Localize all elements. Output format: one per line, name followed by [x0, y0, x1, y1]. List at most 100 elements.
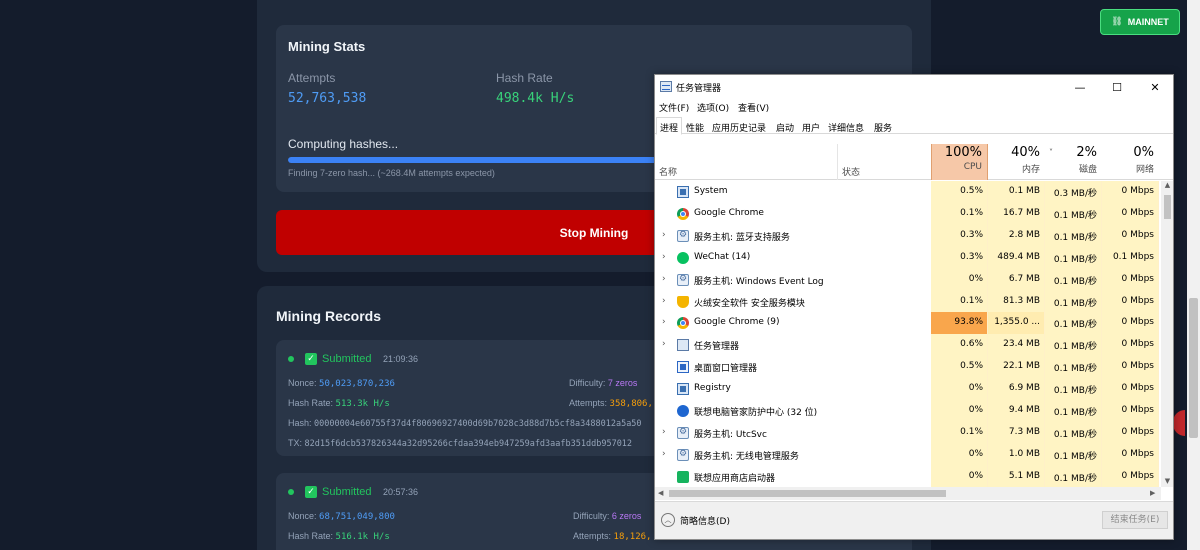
hash-rate-label: Hash Rate	[496, 71, 553, 85]
process-disk: 0.1 MB/秒	[1045, 312, 1102, 335]
expand-chevron-icon[interactable]: ›	[662, 296, 666, 306]
system-icon	[677, 186, 689, 198]
process-cpu: 0.3%	[931, 246, 988, 269]
attempts-label: Attempts:	[569, 398, 608, 408]
scroll-down-icon[interactable]: ▼	[1161, 477, 1173, 485]
process-row[interactable]: 联想应用商店启动器 0% 5.1 MB 0.1 MB/秒 0 Mbps	[655, 465, 1160, 487]
expand-chevron-icon[interactable]: ›	[662, 274, 666, 284]
process-row[interactable]: Google Chrome 0.1% 16.7 MB 0.1 MB/秒 0 Mbps	[655, 202, 1160, 225]
fewer-details-button[interactable]: 简略信息(D)	[680, 514, 730, 527]
column-name[interactable]: 名称	[659, 165, 677, 178]
process-list-vscrollbar[interactable]: ▲ ▼	[1161, 181, 1173, 487]
tx-value[interactable]: 82d15f6dcb537826344a32d95266cfdaa394eb94…	[305, 439, 633, 449]
vscroll-thumb[interactable]	[1164, 195, 1171, 219]
gear-icon	[677, 426, 689, 439]
tab-startup[interactable]: 启动	[772, 117, 798, 134]
process-list-hscrollbar[interactable]: ◀ ▶	[655, 487, 1161, 500]
chrome-icon	[677, 317, 689, 330]
attempts-value: 18,126,	[613, 532, 652, 542]
process-disk: 0.1 MB/秒	[1045, 334, 1102, 357]
menu-file[interactable]: 文件(F)	[659, 101, 689, 114]
check-icon: ✓	[305, 486, 317, 498]
expand-chevron-icon[interactable]: ›	[662, 339, 666, 349]
page-scrollbar[interactable]	[1187, 0, 1200, 550]
record-hash-rate: Hash Rate: 513.3k H/s	[288, 398, 390, 409]
column-network[interactable]: 0% 网络	[1102, 144, 1159, 180]
title-bar[interactable]: 任务管理器 — ☐ ✕	[655, 75, 1173, 99]
difficulty-label: Difficulty:	[573, 511, 610, 521]
tab-details[interactable]: 详细信息	[824, 117, 868, 134]
hash-value: 00000004e60755f37d4f80696927400d69b7028c…	[314, 419, 642, 429]
system-icon	[677, 383, 689, 396]
hscroll-thumb[interactable]	[669, 490, 946, 497]
close-button[interactable]: ✕	[1137, 75, 1173, 99]
hash-rate-value: 498.4k H/s	[496, 91, 575, 106]
cpu-total: 100%	[944, 145, 982, 160]
process-memory: 1.0 MB	[988, 443, 1045, 466]
process-name: 任务管理器	[694, 342, 740, 353]
process-name: 桌面窗口管理器	[694, 364, 758, 375]
tab-users[interactable]: 用户	[798, 117, 824, 134]
process-row[interactable]: › 服务主机: Windows Event Log 0%6.7 MB0.1 MB/秒…	[655, 268, 1160, 291]
expand-chevron-icon[interactable]: ›	[662, 449, 666, 459]
finding-text: Finding 7-zero hash... (~268.4M attempts…	[288, 168, 495, 178]
tab-app-history[interactable]: 应用历史记录	[708, 117, 770, 134]
process-row[interactable]: 桌面窗口管理器 0.5% 22.1 MB 0.1 MB/秒 0 Mbps	[655, 356, 1160, 379]
process-network: 0 Mbps	[1102, 465, 1159, 487]
footer: ︿ 简略信息(D) 结束任务(E)	[655, 501, 1173, 539]
process-name: System	[694, 186, 728, 196]
process-row[interactable]: › WeChat (14) 0.3% 489.4 MB 0.1 MB/秒 0.1 Mbps	[655, 246, 1160, 269]
menu-view[interactable]: 查看(V)	[738, 101, 769, 114]
tab-services[interactable]: 服务	[870, 117, 896, 134]
process-network: 0 Mbps	[1102, 421, 1159, 444]
column-disk[interactable]: 2% 磁盘	[1045, 144, 1102, 180]
process-row[interactable]: › 服务主机: 蓝牙支持服务 0.3%2.8 MB0.1 MB/秒0 Mbps	[655, 224, 1160, 247]
process-row[interactable]: › 任务管理器 0.6% 23.4 MB 0.1 MB/秒 0 Mbps	[655, 334, 1160, 357]
maximize-button[interactable]: ☐	[1099, 75, 1135, 99]
tab-performance[interactable]: 性能	[682, 117, 708, 134]
process-row[interactable]: › Google Chrome (9) 93.8% 1,355.0 ... 0.1 MB…	[655, 312, 1160, 335]
process-name: 联想应用商店启动器	[694, 473, 776, 484]
minimize-button[interactable]: —	[1062, 75, 1098, 99]
column-memory[interactable]: 40% 内存	[988, 144, 1045, 180]
record-attempts: Attempts: 18,126,	[573, 531, 651, 542]
menu-options[interactable]: 选项(O)	[697, 101, 729, 114]
chevron-up-icon[interactable]: ︿	[661, 513, 675, 527]
floating-widget[interactable]	[1173, 410, 1185, 436]
process-cpu: 0%	[931, 443, 988, 466]
process-disk: 0.1 MB/秒	[1045, 421, 1102, 444]
scroll-left-icon[interactable]: ◀	[658, 487, 663, 500]
process-disk: 0.1 MB/秒	[1045, 356, 1102, 379]
process-disk: 0.1 MB/秒	[1045, 268, 1102, 291]
process-memory: 2.8 MB	[988, 224, 1045, 247]
process-row[interactable]: Registry 0% 6.9 MB 0.1 MB/秒 0 Mbps	[655, 378, 1160, 401]
process-memory: 1,355.0 ...	[988, 312, 1045, 335]
scroll-up-icon[interactable]: ▲	[1161, 181, 1173, 189]
process-row[interactable]: › 服务主机: 无线电管理服务 0%1.0 MB0.1 MB/秒0 Mbps	[655, 443, 1160, 466]
hash-rate-value: 513.3k H/s	[335, 399, 390, 409]
column-divider[interactable]	[837, 144, 838, 180]
task-manager-icon	[677, 339, 689, 352]
process-row[interactable]: › 火绒安全软件 安全服务模块 0.1% 81.3 MB 0.1 MB/秒 0 Mbps	[655, 290, 1160, 313]
process-disk: 0.1 MB/秒	[1045, 443, 1102, 466]
hash-label: Hash:	[288, 418, 312, 428]
end-task-button[interactable]: 结束任务(E)	[1102, 511, 1168, 529]
nonce-value: 68,751,049,800	[319, 512, 395, 522]
column-cpu[interactable]: 100% CPU	[931, 144, 988, 180]
process-row[interactable]: › 服务主机: UtcSvc 0.1%7.3 MB0.1 MB/秒0 Mbps	[655, 421, 1160, 444]
process-cpu: 0%	[931, 268, 988, 291]
mainnet-label: MAINNET	[1127, 17, 1169, 27]
process-network: 0 Mbps	[1102, 224, 1159, 247]
expand-chevron-icon[interactable]: ›	[662, 317, 666, 327]
expand-chevron-icon[interactable]: ›	[662, 252, 666, 262]
expand-chevron-icon[interactable]: ›	[662, 427, 666, 437]
tab-processes[interactable]: 进程	[656, 117, 683, 135]
process-row[interactable]: 联想电脑管家防护中心 (32 位) 0% 9.4 MB 0.1 MB/秒 0 Mbps	[655, 400, 1160, 422]
process-cpu: 0.3%	[931, 224, 988, 247]
mainnet-badge[interactable]: ⛓ MAINNET	[1100, 9, 1180, 35]
expand-chevron-icon[interactable]: ›	[662, 230, 666, 240]
process-row[interactable]: System 0.5% 0.1 MB 0.3 MB/秒 0 Mbps	[655, 181, 1160, 203]
scroll-right-icon[interactable]: ▶	[1150, 487, 1155, 500]
page-scrollbar-thumb[interactable]	[1189, 298, 1198, 438]
column-status[interactable]: 状态	[842, 165, 860, 178]
